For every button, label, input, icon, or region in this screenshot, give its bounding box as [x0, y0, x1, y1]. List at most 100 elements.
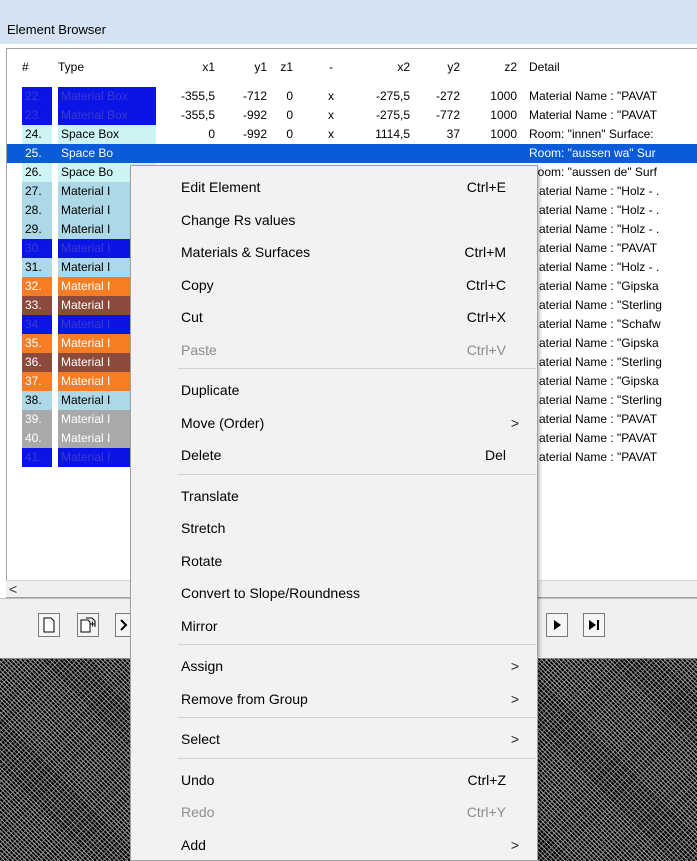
menu-separator	[178, 368, 536, 369]
row-detail: Material Name : "Sterling	[529, 393, 662, 407]
row-type: Material Box	[58, 106, 156, 125]
menu-item-convert-to-slope-roundness[interactable]: Convert to Slope/Roundness	[131, 576, 537, 608]
menu-item-label: Paste	[181, 341, 217, 358]
menu-item-delete[interactable]: Delete Del	[131, 438, 537, 470]
column-header-index[interactable]: #	[22, 60, 29, 74]
row-detail: Material Name : "Holz - .	[529, 184, 660, 198]
menu-item-assign[interactable]: Assign >	[131, 649, 537, 681]
row-index: 23.	[22, 106, 52, 125]
menu-item-label: Convert to Slope/Roundness	[181, 585, 360, 601]
row-detail: Material Name : "PAVAT	[529, 108, 658, 122]
duplicate-page-icon	[80, 617, 96, 633]
menu-separator	[178, 473, 536, 475]
row-index: 34.	[22, 315, 52, 334]
table-row[interactable]: 23. Material Box -355,5 -992 0 x -275,5 -772 100…	[7, 106, 697, 125]
menu-item-mirror[interactable]: Mirror	[131, 609, 537, 641]
table-row[interactable]: 22. Material Box -355,5 -712 0 x -275,5 -272 100…	[7, 87, 697, 106]
row-detail: Material Name : "PAVAT	[529, 412, 658, 426]
menu-item-move-order[interactable]: Move (Order) >	[131, 406, 537, 438]
column-header-dash[interactable]: -	[321, 60, 341, 74]
row-index: 32.	[22, 277, 52, 296]
next-button[interactable]	[546, 613, 568, 637]
column-header-x1[interactable]: x1	[185, 60, 215, 74]
menu-item-label: Cut	[181, 309, 203, 325]
menu-item-label: Edit Element	[181, 179, 261, 195]
column-header-z1[interactable]: z1	[273, 60, 293, 74]
page-icon	[43, 617, 55, 633]
row-y1: -992	[242, 127, 267, 141]
window-title: Element Browser	[7, 22, 106, 37]
table-row[interactable]: 25. Space Bo Room: "aussen wa" Sur	[7, 144, 697, 163]
menu-item-add[interactable]: Add >	[131, 828, 537, 860]
row-x1: -355,5	[180, 89, 215, 103]
row-x2: 1114,5	[375, 127, 410, 141]
row-detail: Material Name : "Gipska	[529, 279, 659, 293]
menu-item-label: Change Rs values	[181, 211, 296, 228]
row-z1: 0	[286, 89, 293, 103]
menu-item-label: Translate	[181, 487, 239, 504]
menu-item-shortcut: Ctrl+X	[466, 309, 506, 325]
row-y2: 37	[446, 127, 460, 141]
menu-separator	[178, 757, 536, 759]
menu-item-cut[interactable]: Cut Ctrl+X	[131, 300, 537, 332]
menu-item-materials-surfaces[interactable]: Materials & Surfaces Ctrl+M	[131, 235, 537, 267]
last-button[interactable]	[583, 613, 605, 637]
new-element-button[interactable]	[38, 613, 60, 637]
row-index: 37.	[22, 372, 52, 391]
menu-item-shortcut: Ctrl+Y	[466, 804, 506, 820]
column-header-x2[interactable]: x2	[380, 60, 410, 74]
row-detail: Room: "aussen de" Surf	[529, 165, 657, 179]
row-detail: Material Name : "PAVAT	[529, 241, 658, 255]
scroll-left-arrow[interactable]: <	[9, 581, 17, 597]
row-index: 39.	[22, 410, 52, 429]
menu-item-shortcut: Ctrl+Z	[467, 771, 507, 788]
row-detail: Material Name : "Holz - .	[529, 203, 660, 217]
menu-item-remove-from-group[interactable]: Remove from Group >	[131, 682, 537, 714]
context-menu[interactable]: Edit Element Ctrl+E Change Rs values Materi…	[130, 165, 538, 861]
row-index: 38.	[22, 391, 52, 410]
menu-item-translate[interactable]: Translate	[131, 479, 537, 511]
partial-button[interactable]	[115, 613, 131, 637]
row-x2: -275,5	[375, 108, 410, 122]
menu-item-edit-element[interactable]: Edit Element Ctrl+E	[131, 170, 537, 202]
menu-item-label: Mirror	[181, 617, 218, 634]
row-y1: -992	[242, 108, 267, 122]
table-row[interactable]: 24. Space Box 0 -992 0 x 1114,5 37 1000 Room: "in…	[7, 125, 697, 144]
menu-item-label: Duplicate	[181, 382, 240, 398]
menu-item-copy[interactable]: Copy Ctrl+C	[131, 268, 537, 300]
row-index: 40.	[22, 429, 52, 448]
row-y2: -272	[435, 89, 460, 103]
menu-item-shortcut: Del	[484, 447, 506, 463]
menu-item-label: Materials & Surfaces	[181, 244, 311, 260]
menu-item-label: Redo	[181, 804, 215, 820]
row-index: 22.	[22, 87, 52, 106]
row-index: 31.	[22, 258, 52, 277]
row-detail: Material Name : "Schafw	[529, 317, 661, 331]
menu-item-rotate[interactable]: Rotate	[131, 544, 537, 576]
menu-item-label: Delete	[181, 447, 222, 463]
row-detail: Material Name : "Gipska	[529, 336, 659, 350]
copy-element-button[interactable]	[77, 613, 99, 637]
row-index: 25.	[22, 144, 52, 163]
row-index: 36.	[22, 353, 52, 372]
column-header-detail[interactable]: Detail	[529, 60, 560, 74]
menu-item-change-rs-values[interactable]: Change Rs values	[131, 203, 537, 235]
menu-item-select[interactable]: Select >	[131, 722, 537, 754]
menu-separator	[178, 717, 536, 718]
column-header-z2[interactable]: z2	[492, 60, 517, 74]
menu-item-duplicate[interactable]: Duplicate	[131, 373, 537, 405]
table-header: # Type x1 y1 z1 - x2 y2 z2 Detail	[7, 49, 697, 86]
row-separator: x	[328, 89, 334, 103]
menu-item-label: Move (Order)	[181, 414, 265, 431]
row-separator: x	[328, 108, 334, 122]
row-index: 35.	[22, 334, 52, 353]
column-header-y2[interactable]: y2	[440, 60, 460, 74]
chevron-icon	[119, 619, 127, 631]
menu-item-stretch[interactable]: Stretch	[131, 511, 537, 543]
column-header-type[interactable]: Type	[58, 60, 84, 74]
menu-item-undo[interactable]: Undo Ctrl+Z	[131, 763, 537, 795]
column-header-y1[interactable]: y1	[237, 60, 267, 74]
menu-item-shortcut: Ctrl+M	[464, 244, 506, 260]
row-x1: 0	[208, 127, 215, 141]
row-index: 30.	[22, 239, 52, 258]
